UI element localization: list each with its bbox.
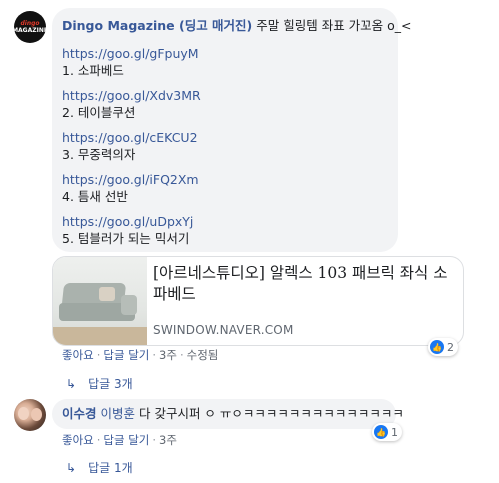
avatar-logo-top: dingo xyxy=(20,19,40,27)
avatar[interactable]: dingo MAGAZINE xyxy=(14,11,46,43)
edited-label[interactable]: 수정됨 xyxy=(187,348,219,362)
reaction-count-value: 2 xyxy=(447,340,454,354)
reaction-count[interactable]: 👍 2 xyxy=(428,338,458,356)
view-replies-link[interactable]: ↳ 답글 3개 xyxy=(66,375,133,392)
comment-link[interactable]: https://goo.gl/gFpuyM xyxy=(62,46,199,62)
comment-author[interactable]: 이수경 xyxy=(62,406,97,421)
link-preview-card[interactable]: [아르네스튜디오] 알렉스 103 패브릭 좌식 소파베드 SWINDOW.NA… xyxy=(52,256,464,346)
comment-header: 이수경 이병훈 다 갖구시퍼 ㅇ ㅠㅇㅋㅋㅋㅋㅋㅋㅋㅋㅋㅋㅋㅋㅋㅋ xyxy=(62,406,404,422)
tagged-user[interactable]: 이병훈 xyxy=(101,406,136,421)
comment-item-label: 1. 소파베드 xyxy=(62,63,124,78)
comment-text: 다 갖구시퍼 ㅇ ㅠㅇㅋㅋㅋㅋㅋㅋㅋㅋㅋㅋㅋㅋㅋㅋ xyxy=(135,406,404,421)
reply-arrow-icon: ↳ xyxy=(66,376,77,391)
view-replies-label: 답글 1개 xyxy=(88,461,133,475)
thumbs-up-icon: 👍 xyxy=(430,340,444,354)
comment-link[interactable]: https://goo.gl/cEKCU2 xyxy=(62,130,198,146)
comment-actions: 좋아요 · 답글 달기 · 3주 · 수정됨 xyxy=(62,348,219,362)
comment-item-label: 2. 테이블쿠션 xyxy=(62,105,136,120)
view-replies-link[interactable]: ↳ 답글 1개 xyxy=(66,459,133,476)
comment-item-label: 4. 틈새 선반 xyxy=(62,189,128,204)
preview-image xyxy=(53,257,147,345)
comment-link[interactable]: https://goo.gl/uDpxYj xyxy=(62,214,193,230)
timestamp[interactable]: 3주 xyxy=(159,348,177,362)
comment-actions: 좋아요 · 답글 달기 · 3주 xyxy=(62,433,177,447)
comment-author[interactable]: Dingo Magazine (딩고 매거진) xyxy=(62,18,252,33)
timestamp[interactable]: 3주 xyxy=(159,433,177,447)
comment-link[interactable]: https://goo.gl/Xdv3MR xyxy=(62,88,201,104)
reaction-count-value: 1 xyxy=(391,425,398,439)
like-button[interactable]: 좋아요 xyxy=(62,433,94,447)
avatar[interactable] xyxy=(14,399,46,431)
reply-button[interactable]: 답글 달기 xyxy=(103,433,149,447)
reply-button[interactable]: 답글 달기 xyxy=(103,348,149,362)
thumbs-up-icon: 👍 xyxy=(374,425,388,439)
comment-item-label: 3. 무중력의자 xyxy=(62,147,136,162)
preview-domain: SWINDOW.NAVER.COM xyxy=(153,323,294,337)
comment-header: Dingo Magazine (딩고 매거진) 주말 힐링템 좌표 가꼬옴 o_… xyxy=(62,18,412,34)
reaction-count[interactable]: 👍 1 xyxy=(372,423,402,441)
comment-link[interactable]: https://goo.gl/iFQ2Xm xyxy=(62,172,199,188)
avatar-logo-bottom: MAGAZINE xyxy=(14,26,46,34)
preview-title: [아르네스튜디오] 알렉스 103 패브릭 좌식 소파베드 xyxy=(153,264,448,303)
reply-arrow-icon: ↳ xyxy=(66,460,77,475)
view-replies-label: 답글 3개 xyxy=(88,377,133,391)
comment-item-label: 5. 텀블러가 되는 믹서기 xyxy=(62,231,190,246)
like-button[interactable]: 좋아요 xyxy=(62,348,94,362)
comment-text: 주말 힐링템 좌표 가꼬옴 o_< xyxy=(252,18,412,33)
